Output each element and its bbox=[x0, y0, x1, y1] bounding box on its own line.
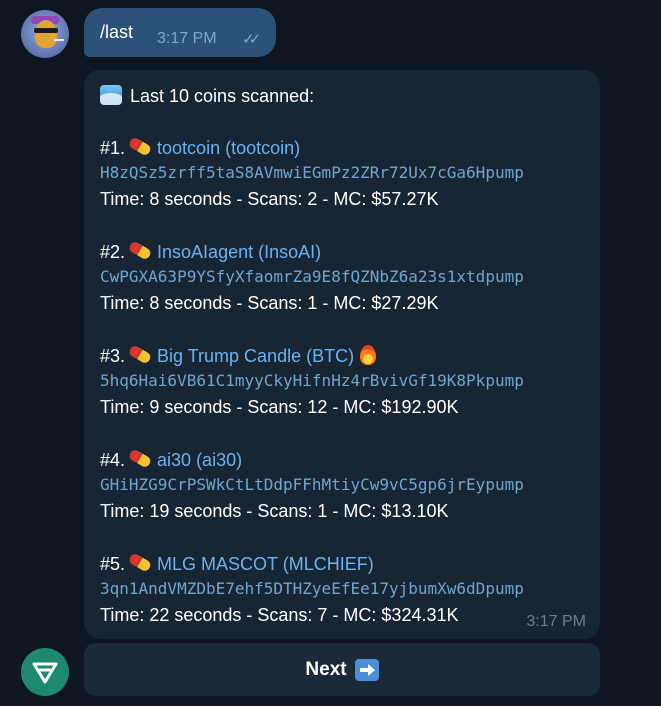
entry-index: #1. bbox=[100, 138, 126, 158]
next-button[interactable]: Next bbox=[84, 643, 600, 696]
coin-address[interactable]: 3qn1AndVMZDbE7ehf5DTHZyeEfEe17yjbumXw6dD… bbox=[100, 578, 524, 600]
coin-address[interactable]: 5hq6Hai6VB61C1myyCkyHifnHz4rBvivGf19K8Pk… bbox=[100, 370, 524, 392]
pill-icon bbox=[127, 552, 153, 573]
next-label: Next bbox=[305, 658, 347, 680]
message-time: 3:17 PM bbox=[526, 613, 586, 630]
entry-title: #4. ai30 (ai30) bbox=[100, 448, 242, 471]
command-text: /last bbox=[100, 22, 134, 42]
entry-stats: Time: 19 seconds - Scans: 1 - MC: $13.10… bbox=[100, 501, 449, 521]
message-header: Last 10 coins scanned: bbox=[100, 85, 314, 107]
coin-address[interactable]: H8zQSz5zrff5taS8AVmwiEGmPz2ZRr72Ux7cGa6H… bbox=[100, 162, 524, 184]
right-arrow-icon bbox=[354, 658, 379, 681]
coin-address[interactable]: GHiHZG9CrPSWkCtLtDdpFFhMtiyCw9vC5gp6jrEy… bbox=[100, 474, 524, 496]
pill-icon bbox=[127, 240, 153, 261]
wave-icon bbox=[100, 85, 122, 105]
entry-title: #2. InsoAIagent (InsoAI) bbox=[100, 240, 321, 263]
entry-index: #2. bbox=[100, 242, 126, 262]
pill-icon bbox=[127, 136, 153, 157]
coin-link[interactable]: Big Trump Candle (BTC) bbox=[157, 346, 354, 366]
bot-logo-icon bbox=[32, 662, 58, 684]
coin-link[interactable]: tootcoin (tootcoin) bbox=[157, 138, 300, 158]
double-check-icon: ✓✓ bbox=[242, 31, 261, 48]
cigarette-shape bbox=[54, 39, 64, 41]
entry-title: #3. Big Trump Candle (BTC) bbox=[100, 344, 377, 367]
entry-title: #1. tootcoin (tootcoin) bbox=[100, 136, 300, 159]
coin-link[interactable]: InsoAIagent (InsoAI) bbox=[157, 242, 321, 262]
entry-stats: Time: 9 seconds - Scans: 12 - MC: $192.9… bbox=[100, 397, 459, 417]
entry-stats: Time: 22 seconds - Scans: 7 - MC: $324.3… bbox=[100, 605, 459, 625]
header-text: Last 10 coins scanned: bbox=[130, 86, 315, 106]
entry-index: #5. bbox=[100, 554, 126, 574]
entry-stats: Time: 8 seconds - Scans: 1 - MC: $27.29K bbox=[100, 293, 439, 313]
pill-icon bbox=[127, 448, 153, 469]
entry-stats: Time: 8 seconds - Scans: 2 - MC: $57.27K bbox=[100, 189, 439, 209]
fire-icon bbox=[360, 345, 377, 365]
pill-icon bbox=[127, 344, 153, 365]
entry-index: #4. bbox=[100, 450, 126, 470]
entry-title: #5. MLG MASCOT (MLCHIEF) bbox=[100, 552, 374, 575]
coin-link[interactable]: ai30 (ai30) bbox=[157, 450, 242, 470]
user-avatar[interactable] bbox=[21, 10, 69, 58]
coin-link[interactable]: MLG MASCOT (MLCHIEF) bbox=[157, 554, 374, 574]
duck-shape bbox=[35, 20, 57, 48]
outgoing-message[interactable]: /last 3:17 PM ✓✓ bbox=[84, 8, 276, 57]
bot-avatar[interactable] bbox=[21, 648, 69, 696]
incoming-message[interactable]: Last 10 coins scanned: #1. tootcoin (toot… bbox=[84, 70, 600, 639]
glasses-shape bbox=[34, 28, 58, 33]
coin-address[interactable]: CwPGXA63P9YSfyXfaomrZa9E8fQZNbZ6a23s1xtd… bbox=[100, 266, 524, 288]
entry-index: #3. bbox=[100, 346, 126, 366]
outgoing-time: 3:17 PM bbox=[157, 30, 217, 47]
